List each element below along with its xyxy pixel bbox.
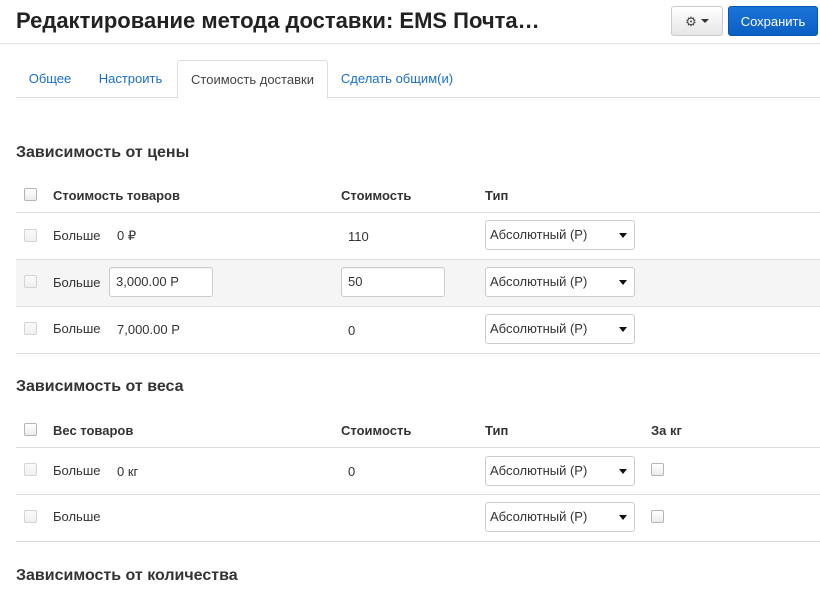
settings-dropdown-button[interactable]: ⚙	[671, 6, 723, 36]
cost-header: Стоимость	[341, 188, 412, 203]
threshold-value: 0 кг	[117, 464, 139, 479]
type-select[interactable]: Абсолютный (Р)	[485, 502, 635, 532]
type-select-value: Абсолютный (Р)	[490, 227, 588, 242]
per-kg-checkbox[interactable]	[651, 463, 664, 476]
goods-cost-header: Стоимость товаров	[53, 188, 180, 203]
price-section-title: Зависимость от цены	[16, 144, 190, 161]
dropdown-arrow-icon	[619, 515, 627, 520]
table-row: Больше 0 ₽ 110 Абсолютный (Р)	[16, 213, 820, 260]
cost-input[interactable]: 50	[341, 267, 445, 297]
type-select[interactable]: Абсолютный (Р)	[485, 220, 635, 250]
cost-value: 0	[348, 323, 356, 338]
tab-delivery-cost[interactable]: Стоимость доставки	[177, 60, 328, 99]
type-select[interactable]: Абсолютный (Р)	[485, 314, 635, 344]
tab-configure[interactable]: Настроить	[86, 60, 175, 98]
save-button[interactable]: Сохранить	[728, 6, 818, 36]
threshold-input[interactable]: 3,000.00 Р	[109, 267, 213, 297]
page-header: Редактирование метода доставки: EMS Почт…	[0, 0, 820, 44]
gear-icon: ⚙	[685, 13, 697, 29]
row-checkbox[interactable]	[24, 275, 37, 288]
type-select-value: Абсолютный (Р)	[490, 321, 588, 336]
dropdown-arrow-icon	[619, 327, 627, 332]
page-title: Редактирование метода доставки: EMS Почт…	[16, 8, 540, 33]
condition-label: Больше	[53, 228, 101, 243]
threshold-value: 7,000.00 Р	[117, 322, 180, 337]
table-row: Больше Абсолютный (Р)	[16, 495, 820, 542]
type-select[interactable]: Абсолютный (Р)	[485, 267, 635, 297]
tab-general[interactable]: Общее	[16, 60, 84, 98]
table-row: Больше 0 кг 0 Абсолютный (Р)	[16, 448, 820, 495]
tab-bar: Общее Настроить Стоимость доставки Сдела…	[16, 60, 820, 99]
quantity-section-title: Зависимость от количества	[16, 567, 238, 584]
row-checkbox[interactable]	[24, 229, 37, 242]
type-header: Тип	[485, 423, 509, 438]
condition-label: Больше	[53, 321, 101, 336]
table-row: Больше 3,000.00 Р 50 Абсолютный (Р)	[16, 260, 820, 307]
type-select-value: Абсолютный (Р)	[490, 509, 588, 524]
cost-header: Стоимость	[341, 423, 412, 438]
type-header: Тип	[485, 188, 509, 203]
row-checkbox[interactable]	[24, 510, 37, 523]
dropdown-arrow-icon	[619, 280, 627, 285]
price-table-header: Стоимость товаров Стоимость Тип	[16, 177, 820, 213]
cost-value: 0	[348, 464, 356, 479]
weight-section-title: Зависимость от веса	[16, 378, 184, 395]
caret-down-icon	[700, 19, 709, 23]
dropdown-arrow-icon	[619, 469, 627, 474]
select-all-checkbox[interactable]	[24, 423, 37, 436]
type-select[interactable]: Абсолютный (Р)	[485, 456, 635, 486]
row-checkbox[interactable]	[24, 463, 37, 476]
per-kg-checkbox[interactable]	[651, 510, 664, 523]
condition-label: Больше	[53, 463, 101, 478]
goods-weight-header: Вес товаров	[53, 423, 134, 438]
condition-label: Больше	[53, 509, 101, 524]
per-kg-header: За кг	[651, 423, 682, 438]
type-select-value: Абсолютный (Р)	[490, 274, 588, 289]
tab-make-shared[interactable]: Сделать общим(и)	[330, 60, 464, 98]
select-all-checkbox[interactable]	[24, 188, 37, 201]
row-checkbox[interactable]	[24, 322, 37, 335]
cost-value: 110	[348, 229, 369, 244]
table-row: Больше 7,000.00 Р 0 Абсолютный (Р)	[16, 307, 820, 354]
condition-label: Больше	[53, 275, 101, 290]
dropdown-arrow-icon	[619, 233, 627, 238]
type-select-value: Абсолютный (Р)	[490, 463, 588, 478]
threshold-value: 0 ₽	[117, 228, 137, 243]
weight-table-header: Вес товаров Стоимость Тип За кг	[16, 412, 820, 448]
